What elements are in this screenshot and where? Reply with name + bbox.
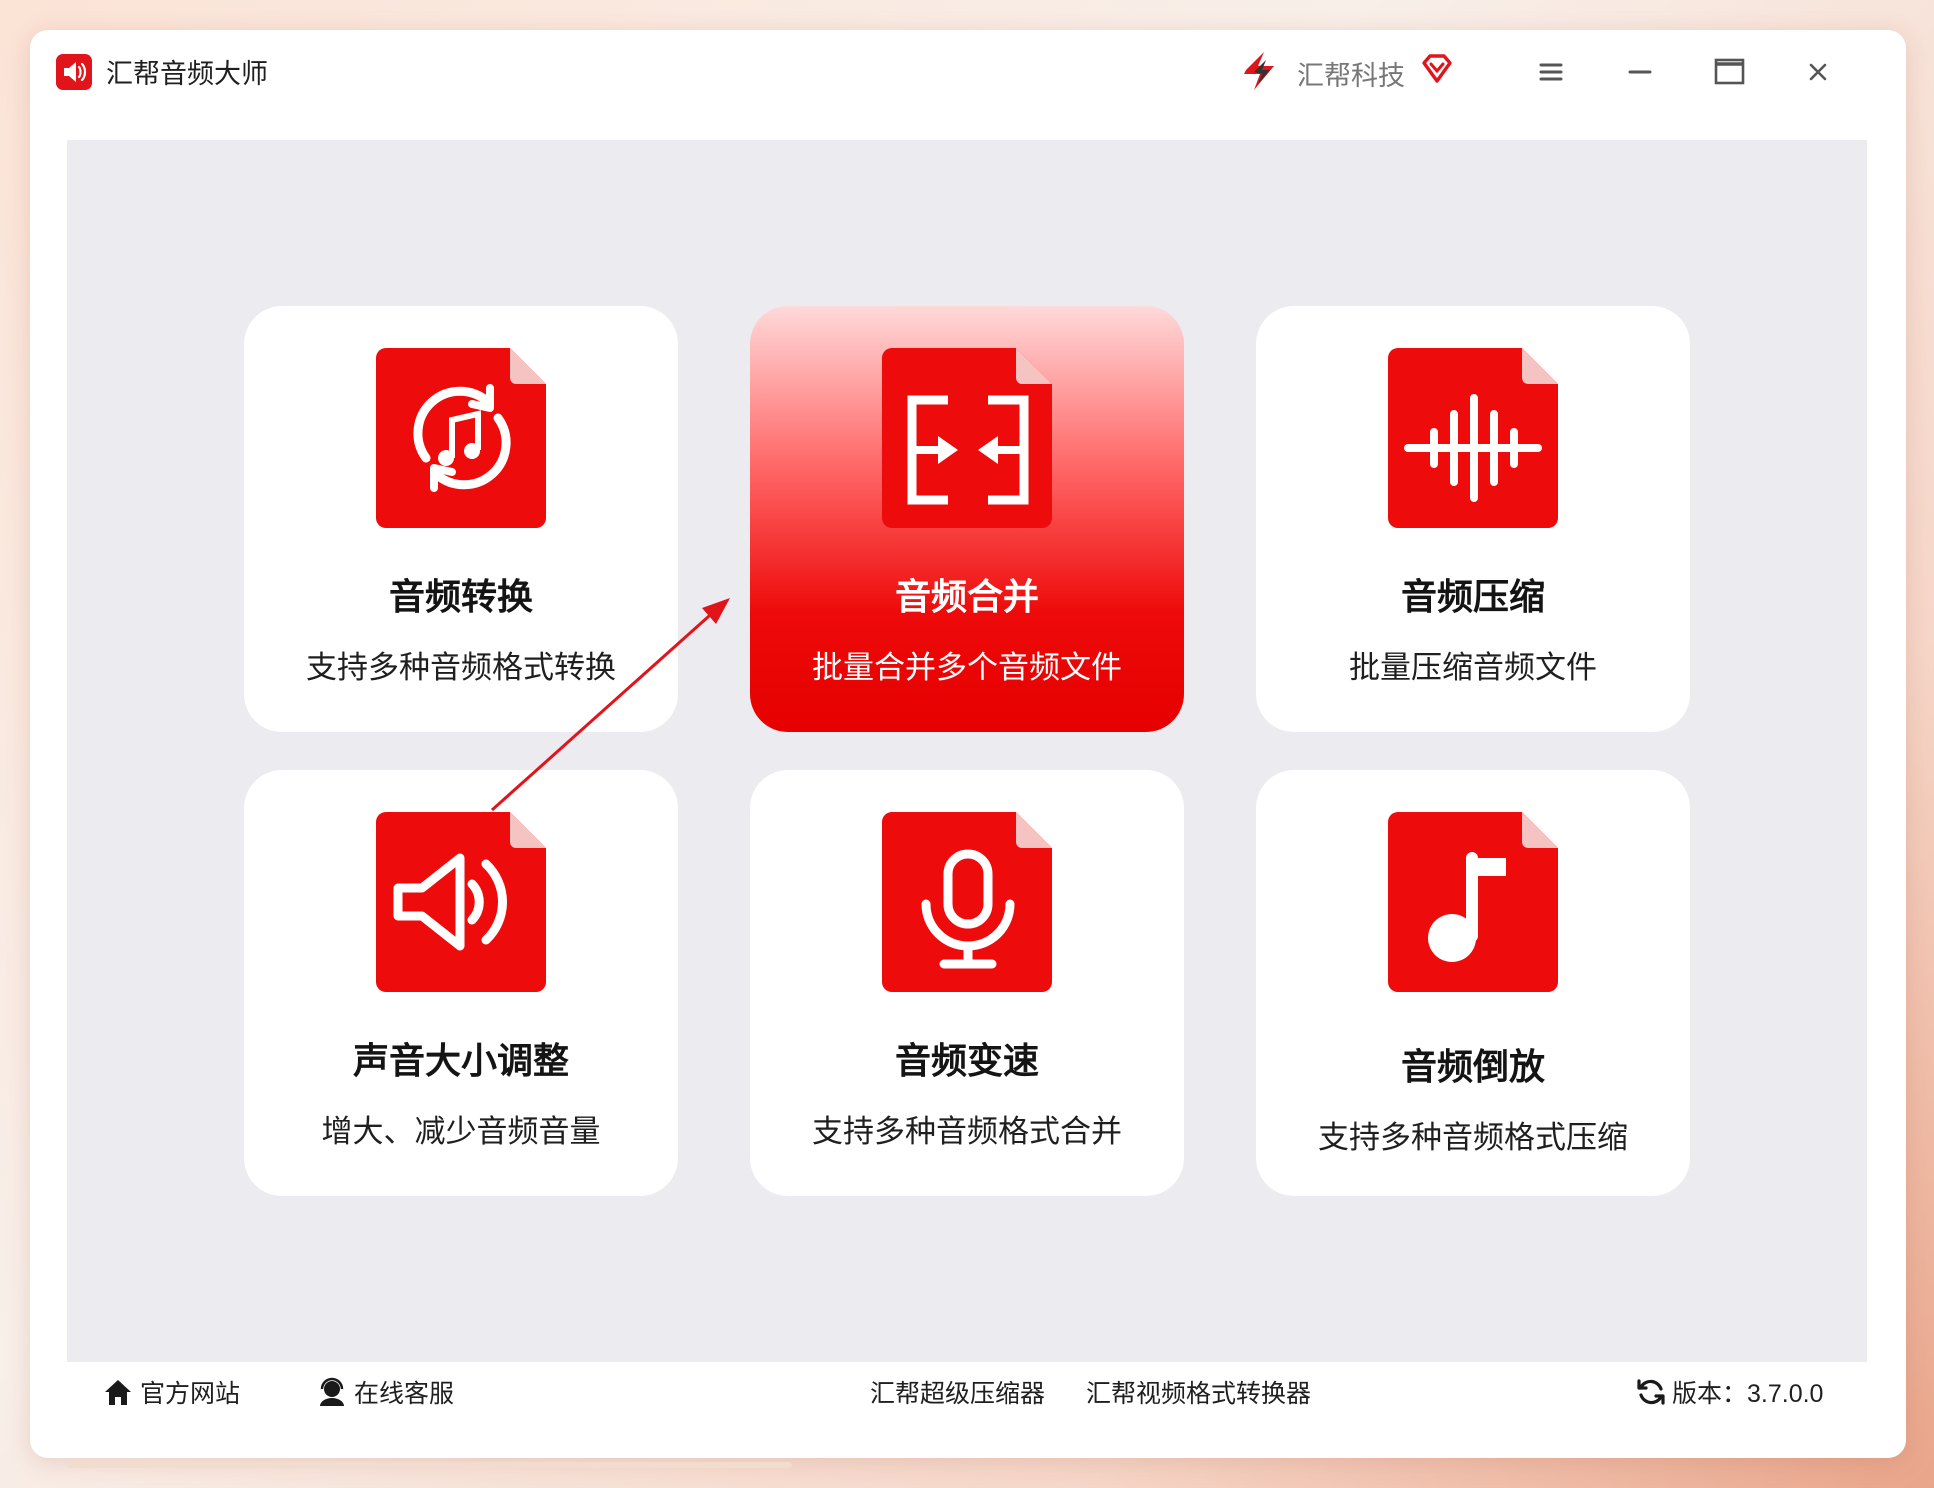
card-title: 音频转换 <box>388 576 533 617</box>
home-icon <box>105 1380 131 1405</box>
video-converter-link[interactable]: 汇帮视频格式转换器 <box>1086 1374 1311 1410</box>
refresh-icon <box>1637 1379 1665 1405</box>
audio-merge-icon <box>882 348 1054 528</box>
volume-adjust-icon <box>376 812 548 992</box>
card-description: 批量合并多个音频文件 <box>812 650 1122 685</box>
card-audio-speed[interactable]: 音频变速 支持多种音频格式合并 <box>750 770 1184 1196</box>
video-converter-label: 汇帮视频格式转换器 <box>1086 1380 1312 1408</box>
official-website-label: 官方网站 <box>140 1380 241 1408</box>
card-description: 支持多种音频格式合并 <box>812 1114 1122 1149</box>
card-audio-merge[interactable]: 音频合并 批量合并多个音频文件 <box>750 306 1184 732</box>
app-logo-icon <box>56 54 92 90</box>
card-audio-reverse[interactable]: 音频倒放 支持多种音频格式压缩 <box>1256 770 1690 1196</box>
compressor-link[interactable]: 汇帮超级压缩器 <box>870 1374 1045 1410</box>
card-title: 音频压缩 <box>1400 576 1545 617</box>
compressor-label: 汇帮超级压缩器 <box>870 1380 1046 1408</box>
card-title: 音频变速 <box>894 1040 1039 1081</box>
online-support-link[interactable]: 在线客服 <box>316 1374 454 1410</box>
brand-logo-icon <box>1240 50 1280 92</box>
customer-service-icon <box>320 1377 344 1406</box>
card-description: 支持多种音频格式压缩 <box>1318 1120 1628 1155</box>
menu-icon[interactable] <box>1531 52 1571 92</box>
card-title: 音频合并 <box>894 576 1039 617</box>
card-volume-adjust[interactable]: 声音大小调整 增大、减少音频音量 <box>244 770 678 1196</box>
card-audio-convert[interactable]: 音频转换 支持多种音频格式转换 <box>244 306 678 732</box>
taskbar-shadow <box>67 1462 792 1468</box>
card-title: 音频倒放 <box>1400 1046 1545 1087</box>
vip-diamond-icon[interactable] <box>1420 52 1454 86</box>
music-note-icon <box>1388 812 1560 992</box>
audio-compress-icon <box>1388 348 1560 528</box>
card-title: 声音大小调整 <box>352 1040 569 1081</box>
brand-name: 汇帮科技 <box>1297 61 1405 91</box>
maximize-icon[interactable] <box>1709 52 1749 92</box>
version-info[interactable]: 版本：3.7.0.0 <box>1636 1374 1823 1410</box>
official-website-link[interactable]: 官方网站 <box>102 1374 240 1410</box>
microphone-icon <box>882 812 1054 992</box>
card-description: 支持多种音频格式转换 <box>306 650 616 685</box>
online-support-label: 在线客服 <box>354 1380 455 1408</box>
app-title: 汇帮音频大师 <box>106 59 268 89</box>
card-description: 批量压缩音频文件 <box>1349 650 1597 685</box>
minimize-icon[interactable] <box>1620 52 1660 92</box>
close-icon[interactable] <box>1798 52 1838 92</box>
version-label: 版本：3.7.0.0 <box>1672 1380 1824 1408</box>
card-description: 增大、减少音频音量 <box>321 1114 601 1149</box>
audio-convert-icon <box>376 348 548 528</box>
card-audio-compress[interactable]: 音频压缩 批量压缩音频文件 <box>1256 306 1690 732</box>
